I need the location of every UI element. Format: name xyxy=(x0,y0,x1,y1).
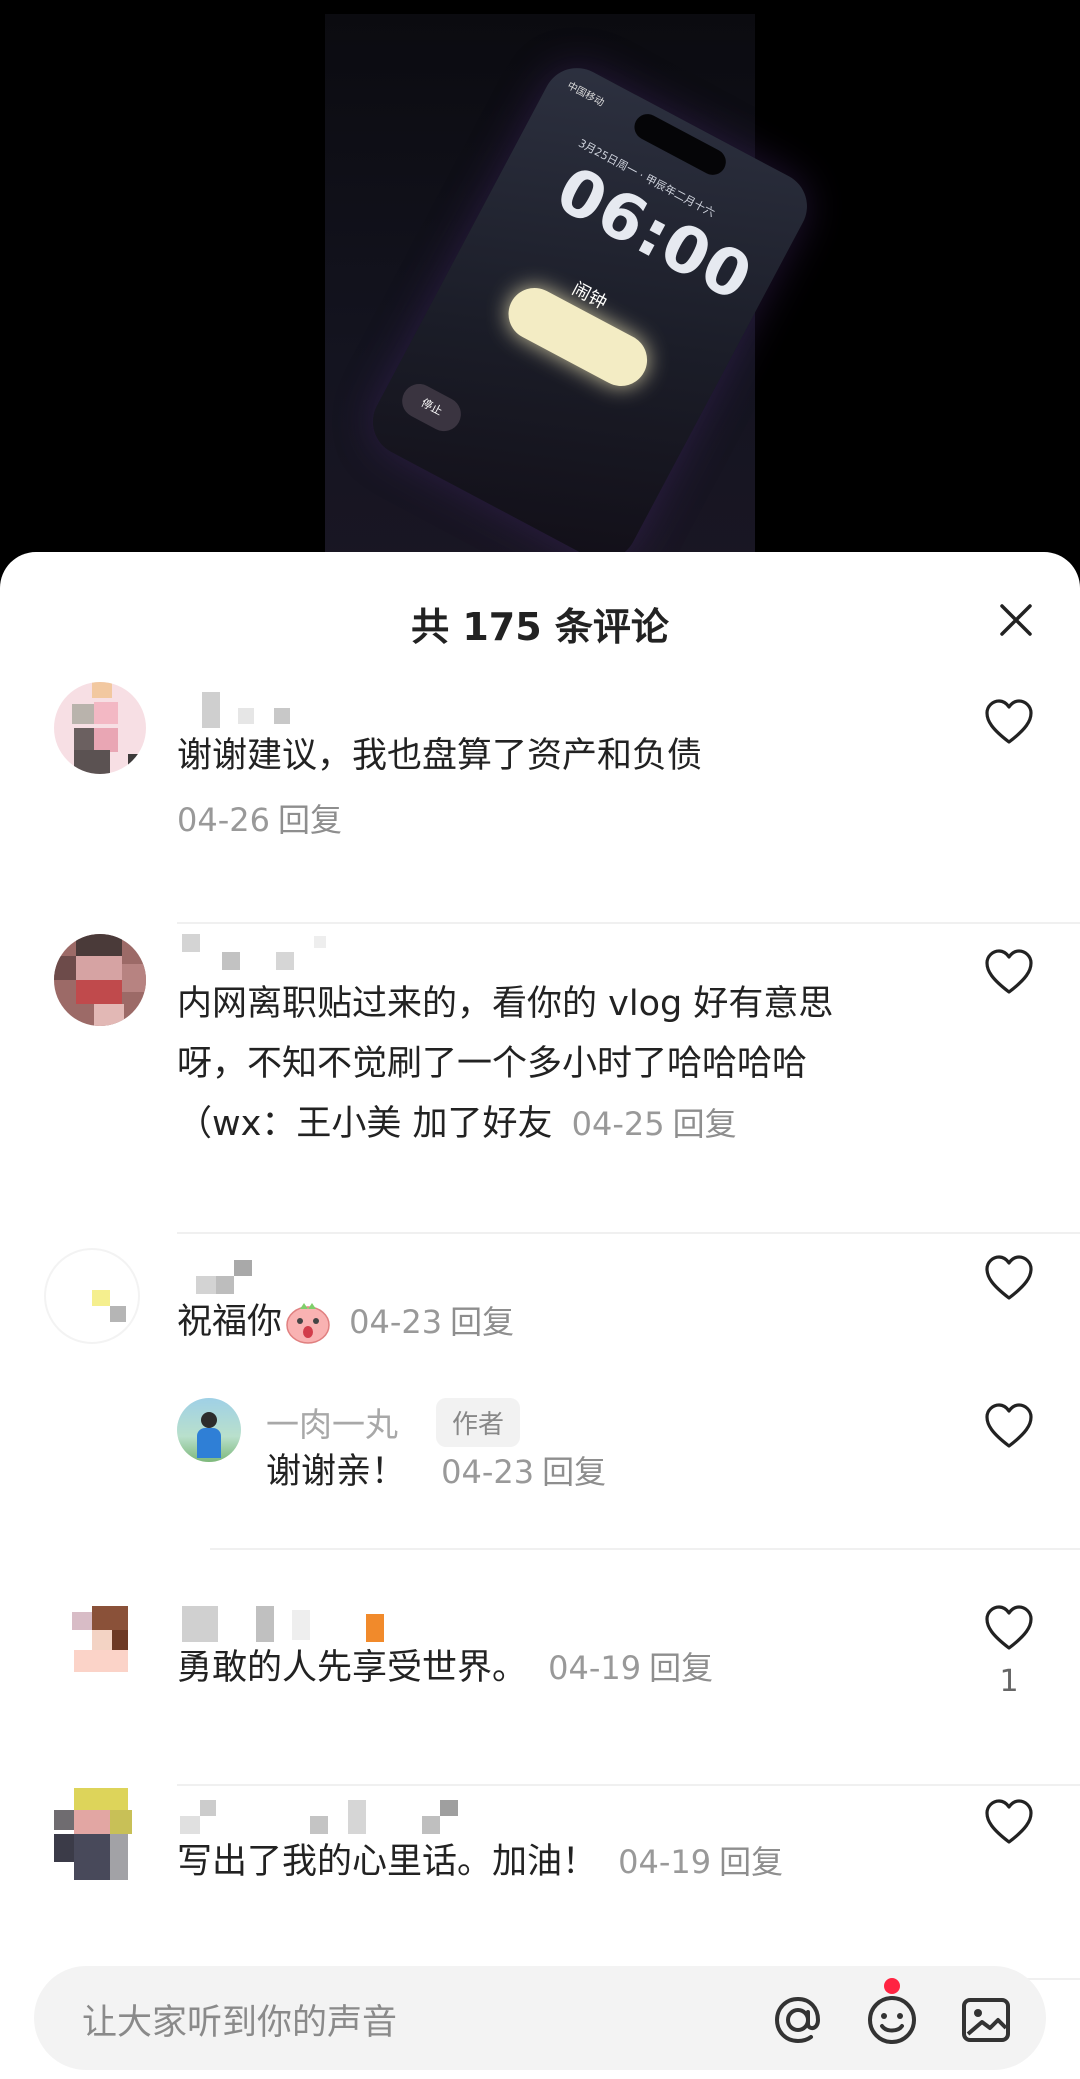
divider xyxy=(177,922,1080,924)
comment-input-placeholder[interactable]: 让大家听到你的声音 xyxy=(82,1994,397,2045)
heart-outline-icon[interactable] xyxy=(982,696,1036,750)
avatar[interactable] xyxy=(54,1594,146,1686)
comment-text-line: 内网离职贴过来的，看你的 vlog 好有意思 xyxy=(177,984,834,1024)
reply-button[interactable]: 回复 xyxy=(719,1843,783,1881)
comment-date: 04-25 xyxy=(571,1105,665,1143)
comment-text-line: 写出了我的心里话。加油！ 04-19 回复 xyxy=(177,1832,783,1892)
comment-sheet: 共 175 条评论 谢谢建议，我也盘算了资产和负债 04-26 回复 内网离职贴… xyxy=(0,552,1080,2079)
reply-button[interactable]: 回复 xyxy=(649,1649,713,1687)
comment-meta: 04-26 回复 xyxy=(177,790,342,850)
reply-button[interactable]: 回复 xyxy=(673,1105,737,1143)
avatar[interactable] xyxy=(54,1788,146,1880)
comment-text: 勇敢的人先享受世界。 xyxy=(177,1648,528,1688)
heart-outline-icon[interactable] xyxy=(982,1252,1036,1306)
username[interactable] xyxy=(180,1798,470,1834)
avatar[interactable] xyxy=(44,1248,140,1344)
phone-stop-button: 停止 xyxy=(396,377,467,438)
divider xyxy=(177,1784,1080,1786)
comment-date: 04-23 xyxy=(349,1303,443,1341)
like-count: 1 xyxy=(999,1664,1019,1699)
author-avatar[interactable] xyxy=(177,1398,241,1462)
author-name[interactable]: 一肉一丸 xyxy=(266,1398,398,1446)
heart-outline-icon[interactable] xyxy=(982,1400,1036,1454)
username[interactable] xyxy=(182,934,342,970)
comment-text-line: 祝福你 04-23 回复 xyxy=(177,1292,514,1352)
heart-outline-icon[interactable] xyxy=(982,946,1036,1000)
reply-button[interactable]: 回复 xyxy=(450,1303,514,1341)
smiley-icon[interactable] xyxy=(864,1992,920,2048)
author-reply-date: 04-23 xyxy=(441,1453,535,1491)
comment-item: 勇敢的人先享受世界。 04-19 回复 1 xyxy=(0,1594,1080,1786)
notification-dot xyxy=(884,1978,900,1994)
phone-in-video: 中国移动 3月25日周一 · 甲辰年二月十六 06:00 闹钟 停止 xyxy=(361,56,819,572)
blushing-emoji-icon xyxy=(286,1303,330,1344)
comment-text-line: （wx：王小美 加了好友 04-25 回复 xyxy=(177,1094,737,1154)
divider xyxy=(210,1548,1080,1550)
at-icon[interactable] xyxy=(770,1992,826,2048)
comment-date: 04-26 xyxy=(177,801,270,839)
comment-item: 写出了我的心里话。加油！ 04-19 回复 xyxy=(0,1788,1080,1980)
comment-text: 谢谢建议，我也盘算了资产和负债 xyxy=(177,736,703,776)
author-reply-line: 谢谢亲！ 04-23 回复 xyxy=(266,1442,606,1502)
phone-carrier: 中国移动 xyxy=(565,80,606,109)
comment-text-line: 勇敢的人先享受世界。 04-19 回复 xyxy=(177,1638,713,1698)
comment-text: 祝福你 xyxy=(177,1302,283,1342)
reply-button[interactable]: 回复 xyxy=(542,1453,606,1491)
comment-item: 内网离职贴过来的，看你的 vlog 好有意思 呀，不知不觉刷了一个多小时了哈哈哈… xyxy=(0,934,1080,1234)
video-frame: 中国移动 3月25日周一 · 甲辰年二月十六 06:00 闹钟 停止 xyxy=(325,14,819,600)
comment-text: （wx：王小美 加了好友 xyxy=(177,1104,553,1144)
image-icon[interactable] xyxy=(958,1992,1014,2048)
username[interactable] xyxy=(182,1606,392,1642)
divider xyxy=(177,1232,1080,1234)
heart-outline-icon[interactable] xyxy=(982,1796,1036,1850)
comment-count-title: 共 175 条评论 xyxy=(411,605,669,649)
close-icon[interactable] xyxy=(990,594,1042,646)
comment-date: 04-19 xyxy=(618,1843,712,1881)
avatar[interactable] xyxy=(54,934,146,1026)
avatar[interactable] xyxy=(54,682,146,774)
heart-outline-icon[interactable] xyxy=(982,1602,1036,1656)
video-player[interactable]: 中国移动 3月25日周一 · 甲辰年二月十六 06:00 闹钟 停止 xyxy=(0,0,1080,600)
author-reply-text: 谢谢亲！ xyxy=(266,1452,407,1492)
username[interactable] xyxy=(198,692,308,728)
comment-item: 祝福你 04-23 回复 一肉一丸 作者 谢谢亲！ 04-23 回复 xyxy=(0,1248,1080,1550)
author-badge: 作者 xyxy=(436,1398,521,1447)
username[interactable] xyxy=(196,1258,266,1294)
comment-item: 谢谢建议，我也盘算了资产和负债 04-26 回复 xyxy=(0,682,1080,924)
reply-button[interactable]: 回复 xyxy=(278,801,342,839)
comment-text-line: 呀，不知不觉刷了一个多小时了哈哈哈哈 xyxy=(177,1044,808,1084)
comment-text: 写出了我的心里话。加油！ xyxy=(177,1842,598,1882)
comment-date: 04-19 xyxy=(548,1649,642,1687)
